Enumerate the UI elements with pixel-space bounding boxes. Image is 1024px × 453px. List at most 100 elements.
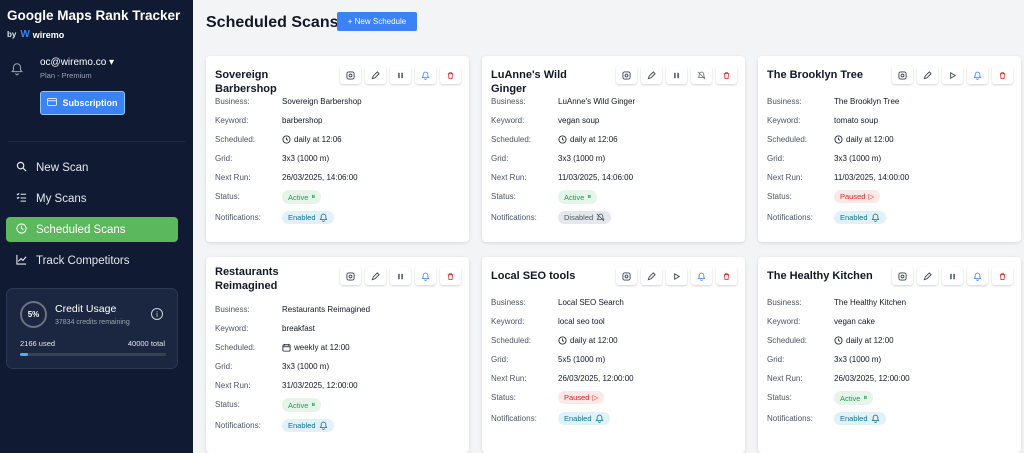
delete-button[interactable] — [440, 267, 461, 285]
business-value: The Brooklyn Tree — [834, 97, 900, 106]
grid-label: Grid: — [767, 154, 785, 163]
detail-value: vegan soup — [558, 116, 599, 125]
status-badge: Active ⏸ — [834, 391, 874, 405]
detail-row: Status: Paused ▷ — [767, 190, 881, 205]
nav-new-scan[interactable]: New Scan — [6, 155, 178, 180]
pause-button[interactable] — [942, 267, 963, 285]
bell-icon[interactable] — [10, 62, 26, 78]
notifications-toggle-button[interactable] — [967, 267, 988, 285]
pause-button[interactable] — [390, 267, 411, 285]
scan-icon — [346, 70, 355, 80]
grid-label: Grid: — [491, 154, 509, 163]
notifications-toggle-button[interactable] — [691, 66, 712, 84]
scheduled-value: daily at 12:06 — [294, 135, 342, 144]
detail-value: Sovereign Barbershop — [282, 97, 362, 106]
grid-label: Grid: — [215, 362, 233, 371]
status-text: Active — [840, 393, 861, 403]
notifications-badge: Disabled — [558, 211, 612, 224]
nav-label: Track Competitors — [36, 254, 130, 267]
next-run-value: 31/03/2025, 12:00:00 — [282, 381, 358, 390]
detail-row: Next Run: 26/03/2025, 14:06:00 — [215, 173, 358, 182]
card-title: The Healthy Kitchen — [767, 270, 873, 282]
notifications-text: Enabled — [840, 414, 868, 423]
edit-button[interactable] — [917, 267, 938, 285]
detail-row: Keyword: vegan cake — [767, 317, 875, 326]
detail-row: Business: LuAnne's Wild Ginger — [491, 97, 635, 106]
schedule-card: LuAnne's Wild Ginger Business: LuAnne's Wi… — [482, 56, 745, 242]
scan-now-button[interactable] — [892, 267, 913, 285]
nav-label: Scheduled Scans — [36, 223, 126, 236]
detail-row: Notifications: Disabled — [491, 211, 612, 226]
pause-button[interactable] — [390, 66, 411, 84]
status-badge: Active ⏸ — [282, 398, 322, 412]
detail-value: Disabled — [558, 211, 612, 224]
notifications-toggle-button[interactable] — [415, 267, 436, 285]
notifications-toggle-button[interactable] — [967, 66, 988, 84]
info-icon[interactable]: i — [151, 308, 163, 320]
detail-value: 3x3 (1000 m) — [282, 362, 329, 371]
pencil-icon — [923, 70, 932, 80]
detail-value: The Brooklyn Tree — [834, 97, 899, 106]
scan-icon — [622, 271, 631, 281]
status-badge: Active ⏸ — [558, 190, 598, 204]
edit-button[interactable] — [365, 66, 386, 84]
pause-button[interactable] — [666, 66, 687, 84]
keyword-label: Keyword: — [767, 116, 801, 125]
detail-value: Enabled — [834, 412, 886, 425]
detail-value: Active ⏸ — [282, 398, 322, 412]
scheduled-label: Scheduled: — [215, 343, 256, 352]
detail-value: Local SEO Search — [558, 298, 624, 307]
delete-button[interactable] — [716, 267, 737, 285]
detail-row: Keyword: barbershop — [215, 116, 322, 125]
subscription-button[interactable]: Subscription — [40, 91, 125, 115]
account-email[interactable]: oc@wiremo.co ▾ — [40, 57, 114, 68]
nav-scheduled-scans[interactable]: Scheduled Scans — [6, 217, 178, 242]
detail-value: 3x3 (1000 m) — [834, 154, 881, 163]
new-schedule-button[interactable]: + New Schedule — [337, 12, 417, 31]
keyword-label: Keyword: — [215, 116, 249, 125]
delete-button[interactable] — [716, 66, 737, 84]
detail-row: Grid: 5x5 (1000 m) — [491, 355, 605, 364]
nav-track-competitors[interactable]: Track Competitors — [6, 248, 178, 273]
detail-value: 11/03/2025, 14:00:00 — [834, 173, 909, 182]
scheduled-label: Scheduled: — [215, 135, 256, 144]
bell-icon — [595, 414, 604, 423]
edit-button[interactable] — [917, 66, 938, 84]
scan-now-button[interactable] — [616, 66, 637, 84]
card-title: Restaurants Reimagined — [215, 266, 279, 292]
pencil-icon — [647, 271, 656, 281]
nav-label: New Scan — [36, 161, 89, 174]
edit-button[interactable] — [641, 66, 662, 84]
edit-button[interactable] — [365, 267, 386, 285]
resume-button[interactable] — [942, 66, 963, 84]
pause-icon: ⏸ — [311, 400, 316, 409]
notifications-toggle-button[interactable] — [691, 267, 712, 285]
grid-value: 3x3 (1000 m) — [834, 355, 882, 364]
bell-icon — [319, 213, 328, 222]
business-value: Local SEO Search — [558, 298, 624, 307]
resume-button[interactable] — [666, 267, 687, 285]
notifications-text: Enabled — [288, 421, 316, 430]
delete-button[interactable] — [440, 66, 461, 84]
detail-row: Status: Active ⏸ — [491, 190, 598, 206]
scan-icon — [898, 271, 907, 281]
detail-value: Enabled — [834, 211, 886, 224]
play-icon: ▷ — [868, 192, 875, 201]
delete-button[interactable] — [992, 267, 1013, 285]
delete-button[interactable] — [992, 66, 1013, 84]
nav-my-scans[interactable]: My Scans — [6, 186, 178, 211]
detail-row: Status: Paused ▷ — [491, 391, 605, 406]
scan-now-button[interactable] — [340, 267, 361, 285]
schedule-card: The Healthy Kitchen Business: The Healthy … — [758, 257, 1021, 453]
keyword-label: Keyword: — [767, 317, 801, 326]
scan-now-button[interactable] — [616, 267, 637, 285]
notifications-toggle-button[interactable] — [415, 66, 436, 84]
scheduled-value: daily at 12:06 — [570, 135, 618, 144]
scan-icon — [346, 271, 355, 281]
scan-now-button[interactable] — [892, 66, 913, 84]
detail-value: tomato soup — [834, 116, 878, 125]
scan-now-button[interactable] — [340, 66, 361, 84]
play-icon — [948, 71, 957, 80]
bell-icon — [871, 213, 880, 222]
edit-button[interactable] — [641, 267, 662, 285]
